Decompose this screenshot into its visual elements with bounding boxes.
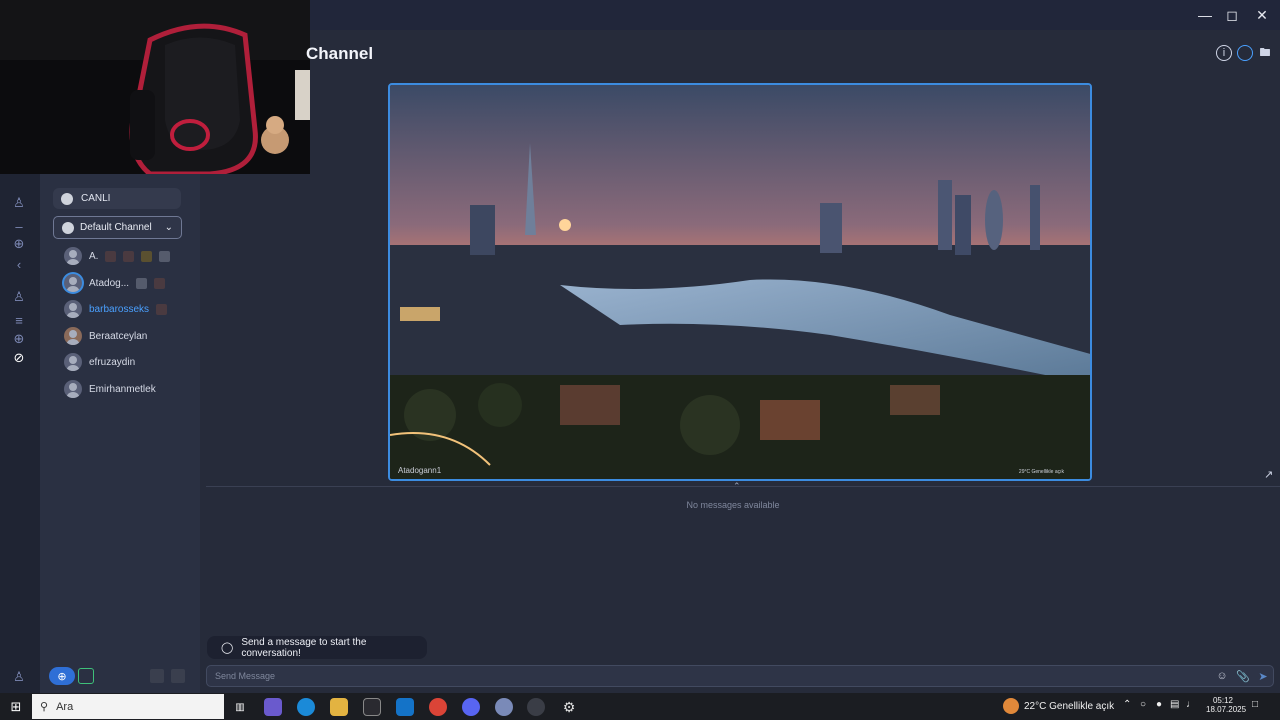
add-circle-icon[interactable]: ⊕ (8, 233, 30, 255)
minimize-button[interactable]: — (1190, 4, 1220, 26)
live-channel-item[interactable]: CANLI (53, 188, 181, 209)
store-icon[interactable] (363, 698, 381, 716)
emoji-icon[interactable]: ☺ (1215, 669, 1229, 683)
avatar (64, 380, 82, 398)
chat-bubble-icon: ◯ (221, 642, 234, 654)
chevron-down-icon: ⌄ (164, 222, 173, 233)
message-input[interactable]: Send Message (206, 665, 1274, 687)
screen-share-stream[interactable]: Atadogann1 29°C Genellikle açık (388, 83, 1092, 481)
user-name: Emirhanmetlek (89, 383, 156, 395)
screen-share-button[interactable] (78, 668, 94, 684)
send-icon[interactable]: ➤ (1256, 669, 1270, 683)
channel-dropdown-label: Default Channel (80, 222, 152, 233)
divider (206, 486, 1280, 487)
avatar (64, 274, 82, 292)
muted-badge-icon (105, 250, 117, 262)
avatar (64, 327, 82, 345)
page-title: Channel (306, 44, 374, 63)
user-name: barbarosseks (89, 303, 150, 315)
avatar (64, 300, 82, 318)
close-button[interactable]: ✕ (1247, 4, 1277, 26)
hexagon-icon (62, 221, 74, 234)
avatar (64, 353, 82, 371)
camera-toggle-icon[interactable] (150, 669, 164, 683)
edge-icon[interactable] (297, 698, 315, 716)
stream-owner-label: Atadogann1 (398, 466, 442, 475)
notification-icon[interactable]: □ (1252, 699, 1258, 710)
user-list-item[interactable]: barbarosseks (64, 299, 168, 319)
search-icon: ⚲ (40, 701, 49, 713)
user-name: Beraatceylan (89, 330, 148, 342)
screen-badge-icon (136, 277, 148, 289)
chrome-icon[interactable] (429, 698, 447, 716)
obs-icon[interactable] (527, 698, 545, 716)
profile-avatar-icon[interactable]: ♙ (8, 666, 30, 688)
taskbar-weather-text[interactable]: 22°C Genellikle açık (1024, 701, 1114, 712)
user-name: A. (89, 250, 99, 262)
channel-dropdown[interactable]: Default Channel ⌄ (53, 216, 182, 239)
chevron-left-icon[interactable]: ‹ (8, 253, 30, 275)
user-name: Atadog... (89, 277, 130, 289)
user-icon[interactable]: ♙ (8, 192, 30, 214)
outlook-icon[interactable] (396, 698, 414, 716)
attachment-icon[interactable]: 📎 (1236, 669, 1250, 683)
info-icon[interactable]: i (1216, 45, 1232, 61)
discord-icon[interactable] (462, 698, 480, 716)
app-icon[interactable] (495, 698, 513, 716)
city-skyline-image (390, 85, 1090, 479)
user-list-item[interactable]: Emirhanmetlek (64, 379, 156, 399)
webcam-overlay (0, 0, 310, 174)
toast-text: Send a message to start the conversation… (241, 636, 367, 659)
taskbar-search[interactable]: ⚲ Ara (32, 694, 224, 719)
muted-badge-icon (123, 250, 135, 262)
external-link-icon[interactable]: ↗ (1264, 468, 1273, 481)
conversation-toast: ◯ Send a message to start the conversati… (207, 636, 427, 659)
settings-gear-icon[interactable]: ⚙ (560, 698, 578, 716)
message-placeholder: Send Message (215, 671, 276, 681)
hexagon-icon (61, 192, 73, 205)
user-list-item[interactable]: Atadog... (64, 273, 166, 293)
stream-weather-text: 29°C Genellikle açık (1018, 469, 1064, 475)
empty-messages-text: No messages available (686, 500, 780, 510)
clock-time: 05:12 (1212, 696, 1234, 705)
microphone-icon[interactable]: ● (1156, 699, 1162, 710)
screen-badge-icon (159, 250, 171, 262)
clock[interactable]: 05:12 18.07.2025 (1206, 696, 1247, 714)
settings-badge-icon (141, 250, 153, 262)
weather-icon (1003, 698, 1019, 714)
add-button[interactable]: ⊕ (49, 667, 75, 685)
compass-icon[interactable]: ⊘ (8, 347, 30, 369)
user-list-item[interactable]: efruzaydin (64, 352, 135, 372)
tray-app-icon[interactable]: ○ (1140, 699, 1146, 710)
clock-date: 18.07.2025 (1206, 705, 1247, 714)
tray-expand-icon[interactable]: ⌃ (1123, 699, 1131, 710)
muted-badge-icon (156, 303, 168, 315)
volume-icon[interactable]: ♩ (1186, 699, 1196, 710)
users-icon[interactable]: ♙ (8, 286, 30, 308)
file-explorer-icon[interactable] (330, 698, 348, 716)
windows-start-icon[interactable]: ⊞ (7, 698, 25, 716)
task-view-icon[interactable]: ▥ (231, 698, 249, 716)
network-icon[interactable]: ▤ (1170, 699, 1179, 710)
avatar (64, 247, 82, 265)
mic-toggle-icon[interactable] (171, 669, 185, 683)
user-name: efruzaydin (89, 356, 136, 368)
muted-badge-icon (154, 277, 166, 289)
folder-icon[interactable]: 🖿 (1257, 45, 1273, 61)
user-list-item[interactable]: Beraatceylan (64, 326, 147, 346)
search-text: Ara (56, 700, 74, 713)
user-list-item[interactable]: A. (64, 246, 171, 266)
live-label: CANLI (81, 193, 111, 204)
copilot-icon[interactable] (264, 698, 282, 716)
maximize-button[interactable]: ◻ (1217, 4, 1247, 26)
chat-bubble-icon[interactable] (1237, 45, 1253, 61)
